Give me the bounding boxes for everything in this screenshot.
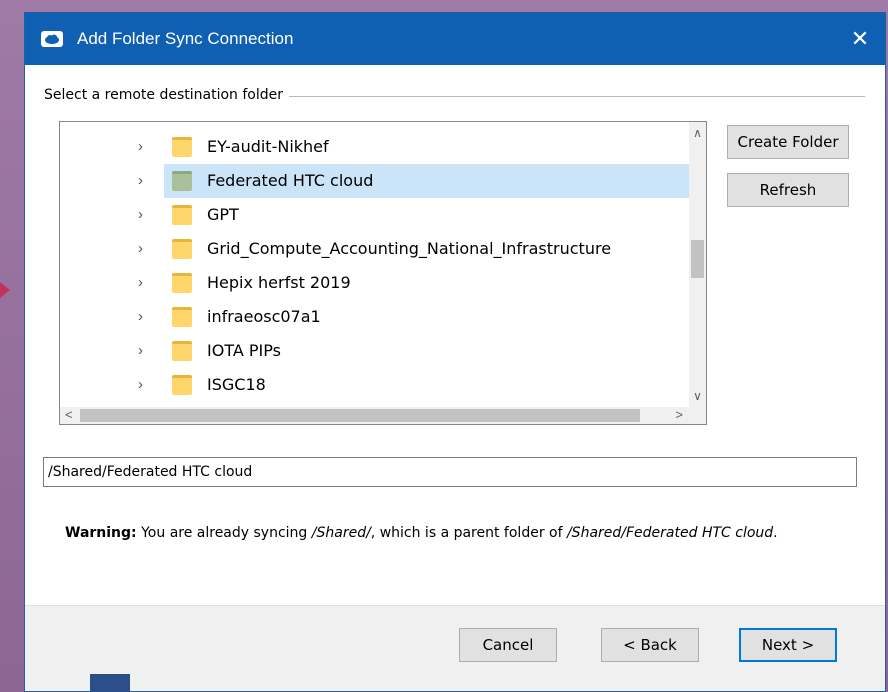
tree-item-label: GPT bbox=[207, 205, 239, 224]
tree-item[interactable]: › Federated HTC cloud bbox=[60, 164, 689, 198]
chevron-right-icon[interactable]: › bbox=[138, 138, 152, 156]
tree-item[interactable]: › GPT bbox=[60, 198, 689, 232]
scroll-left-icon[interactable]: < bbox=[65, 407, 73, 422]
tree-item-label: IOTA PIPs bbox=[207, 341, 281, 360]
scroll-down-icon[interactable]: ∨ bbox=[689, 389, 706, 403]
chevron-right-icon[interactable]: › bbox=[138, 308, 152, 326]
button-footer: Cancel < Back Next > bbox=[25, 605, 885, 691]
folder-tree[interactable]: › EY-audit-Nikhef › Federated HTC cloud › GPT… bbox=[59, 121, 707, 425]
pointer-arrow-icon bbox=[0, 282, 10, 298]
background-app-edge bbox=[90, 674, 130, 692]
warning-message: Warning: You are already syncing /Shared… bbox=[65, 523, 845, 543]
warning-text-1: You are already syncing bbox=[136, 525, 312, 541]
tree-item[interactable]: › ISGC18 bbox=[60, 368, 689, 402]
warning-path-2: /Shared/Federated HTC cloud bbox=[566, 525, 774, 541]
next-button[interactable]: Next > bbox=[739, 628, 837, 662]
tree-rows: › EY-audit-Nikhef › Federated HTC cloud › GPT… bbox=[60, 122, 689, 407]
chevron-right-icon[interactable]: › bbox=[138, 172, 152, 190]
warning-text-2: , which is a parent folder of bbox=[370, 525, 567, 541]
tree-item[interactable]: › Grid_Compute_Accounting_National_Infras… bbox=[60, 232, 689, 266]
tree-item-label: Federated HTC cloud bbox=[207, 171, 374, 190]
tree-item-label: Hepix herfst 2019 bbox=[207, 273, 351, 292]
cloud-icon bbox=[41, 31, 63, 47]
title-bar: Add Folder Sync Connection ✕ bbox=[25, 13, 885, 65]
scroll-up-icon[interactable]: ∧ bbox=[689, 126, 706, 140]
horizontal-scrollbar[interactable]: < > bbox=[60, 407, 689, 424]
vertical-scroll-thumb[interactable] bbox=[691, 240, 704, 278]
folder-icon bbox=[172, 273, 192, 293]
folder-icon bbox=[172, 341, 192, 361]
scrollbar-corner bbox=[689, 407, 706, 424]
create-folder-button[interactable]: Create Folder bbox=[727, 125, 849, 159]
tree-item[interactable]: › Hepix herfst 2019 bbox=[60, 266, 689, 300]
folder-icon bbox=[172, 205, 192, 225]
back-button[interactable]: < Back bbox=[601, 628, 699, 662]
dialog-window: Add Folder Sync Connection ✕ Select a re… bbox=[24, 12, 886, 692]
refresh-button[interactable]: Refresh bbox=[727, 173, 849, 207]
chevron-right-icon[interactable]: › bbox=[138, 274, 152, 292]
folder-icon bbox=[172, 239, 192, 259]
folder-icon bbox=[172, 137, 192, 157]
window-title: Add Folder Sync Connection bbox=[77, 29, 294, 48]
tree-item-label: infraeosc07a1 bbox=[207, 307, 321, 326]
tree-item-label: ISGC18 bbox=[207, 375, 266, 394]
tree-item-label: Grid_Compute_Accounting_National_Infrast… bbox=[207, 239, 612, 258]
folder-icon bbox=[172, 171, 192, 191]
selection-highlight bbox=[164, 198, 689, 232]
horizontal-scroll-thumb[interactable] bbox=[80, 409, 640, 422]
tree-item[interactable]: › infraeosc07a1 bbox=[60, 300, 689, 334]
scroll-right-icon[interactable]: > bbox=[675, 407, 683, 422]
group-label: Select a remote destination folder bbox=[44, 87, 290, 103]
tree-item[interactable]: › EY-audit-Nikhef bbox=[60, 130, 689, 164]
warning-path-1: /Shared/ bbox=[311, 525, 371, 541]
chevron-right-icon[interactable]: › bbox=[138, 206, 152, 224]
tree-item-label: EY-audit-Nikhef bbox=[207, 137, 329, 156]
chevron-right-icon[interactable]: › bbox=[138, 342, 152, 360]
tree-item[interactable]: › IOTA PIPs bbox=[60, 334, 689, 368]
path-field[interactable] bbox=[43, 457, 857, 487]
chevron-right-icon[interactable]: › bbox=[138, 240, 152, 258]
chevron-right-icon[interactable]: › bbox=[138, 376, 152, 394]
folder-icon bbox=[172, 307, 192, 327]
cancel-button[interactable]: Cancel bbox=[459, 628, 557, 662]
warning-text-3: . bbox=[773, 525, 778, 541]
close-icon[interactable]: ✕ bbox=[835, 13, 885, 65]
warning-prefix: Warning: bbox=[65, 525, 137, 541]
vertical-scrollbar[interactable]: ∧ ∨ bbox=[689, 122, 706, 407]
folder-icon bbox=[172, 375, 192, 395]
